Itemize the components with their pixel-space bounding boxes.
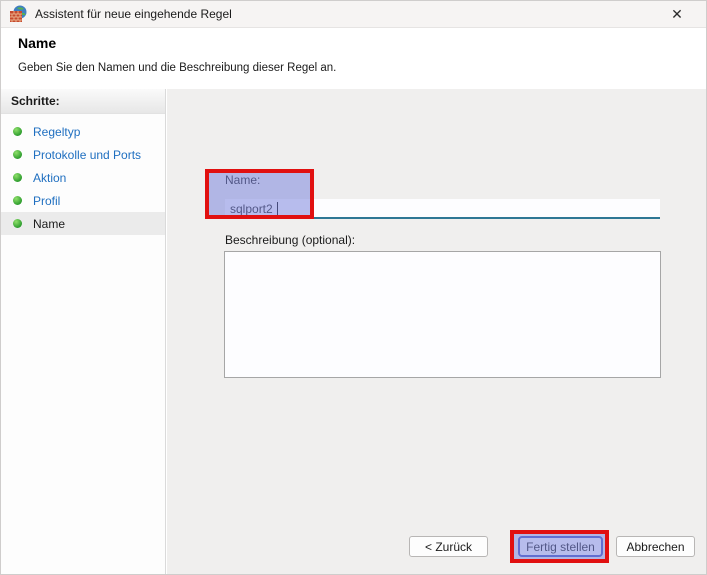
description-textarea[interactable]: [224, 251, 661, 378]
close-button[interactable]: ✕: [660, 1, 694, 28]
sidebar-item-label: Aktion: [33, 171, 66, 185]
finish-button[interactable]: Fertig stellen: [518, 536, 603, 557]
main-panel: Name: Beschreibung (optional): < Zurück …: [167, 89, 707, 575]
wizard-header: Name Geben Sie den Namen und die Beschre…: [1, 29, 706, 89]
sidebar-item-aktion[interactable]: Aktion: [1, 166, 165, 189]
name-field-label: Name:: [225, 173, 260, 187]
green-step-bullet-icon: [13, 173, 22, 182]
sidebar-item-label: Profil: [33, 194, 60, 208]
description-field-label: Beschreibung (optional):: [225, 233, 355, 247]
sidebar-item-regeltyp[interactable]: Regeltyp: [1, 120, 165, 143]
green-step-bullet-icon: [13, 219, 22, 228]
firewall-icon: [9, 5, 27, 23]
window-title: Assistent für neue eingehende Regel: [35, 7, 232, 21]
text-caret: [277, 202, 278, 216]
sidebar-item-label: Protokolle und Ports: [33, 148, 141, 162]
name-input[interactable]: [225, 199, 660, 219]
cancel-button[interactable]: Abbrechen: [616, 536, 695, 557]
sidebar-item-name[interactable]: Name: [1, 212, 165, 235]
page-title: Name: [18, 35, 56, 51]
page-subtitle: Geben Sie den Namen und die Beschreibung…: [18, 62, 336, 74]
green-step-bullet-icon: [13, 127, 22, 136]
wizard-window: Assistent für neue eingehende Regel ✕ Na…: [0, 0, 707, 575]
steps-sidebar: Schritte: Regeltyp Protokolle und Ports …: [1, 89, 166, 575]
sidebar-item-label: Name: [33, 217, 65, 231]
green-step-bullet-icon: [13, 150, 22, 159]
sidebar-item-protokolle-und-ports[interactable]: Protokolle und Ports: [1, 143, 165, 166]
back-button[interactable]: < Zurück: [409, 536, 488, 557]
sidebar-item-label: Regeltyp: [33, 125, 80, 139]
title-bar: Assistent für neue eingehende Regel ✕: [1, 1, 706, 28]
steps-heading: Schritte:: [1, 89, 165, 114]
green-step-bullet-icon: [13, 196, 22, 205]
steps-list: Regeltyp Protokolle und Ports Aktion Pro…: [1, 114, 165, 235]
sidebar-item-profil[interactable]: Profil: [1, 189, 165, 212]
